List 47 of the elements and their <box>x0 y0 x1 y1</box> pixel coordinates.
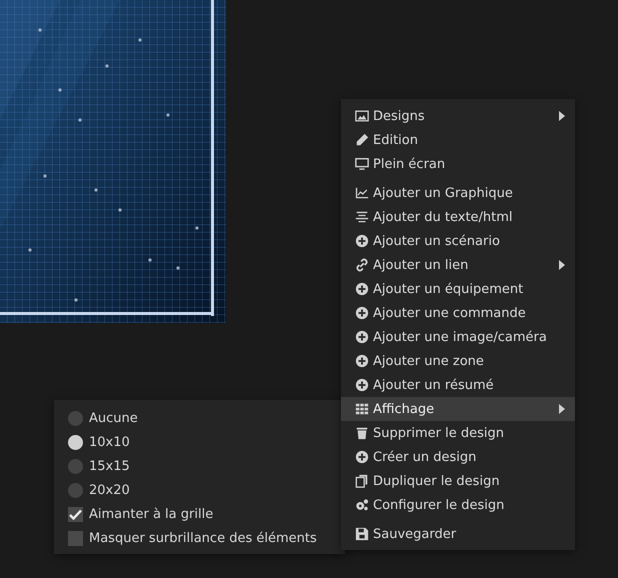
plus-circle-icon <box>355 306 369 320</box>
gears-icon <box>355 498 369 512</box>
option-label: 10x10 <box>89 434 130 450</box>
option-label: 20x20 <box>89 482 130 498</box>
option-label: 15x15 <box>89 458 130 474</box>
menu-item[interactable]: Ajouter une commande <box>341 301 575 325</box>
menu-item[interactable]: Affichage <box>341 397 575 421</box>
menu-item[interactable]: Configurer le design <box>341 493 575 517</box>
plus-circle-icon <box>355 234 369 248</box>
radio-button[interactable] <box>68 482 83 498</box>
copy-icon <box>355 474 369 488</box>
menu-item[interactable]: Ajouter une image/caméra <box>341 325 575 349</box>
pencil-icon <box>355 133 369 147</box>
menu-item[interactable]: Ajouter un Graphique <box>341 181 575 205</box>
checkbox[interactable] <box>68 530 83 546</box>
trash-icon <box>355 426 369 440</box>
link-icon <box>355 258 369 272</box>
monitor-icon <box>355 157 369 171</box>
menu-item[interactable]: Créer un design <box>341 445 575 469</box>
menu-item[interactable]: Edition <box>341 128 575 152</box>
menu-item[interactable]: Ajouter un lien <box>341 253 575 277</box>
grid-icon <box>355 402 369 416</box>
menu-item[interactable]: Designs <box>341 104 575 128</box>
image-icon <box>355 109 369 123</box>
plus-circle-icon <box>355 354 369 368</box>
option-label: Masquer surbrillance des éléments <box>89 530 317 546</box>
radio-button[interactable] <box>68 458 83 474</box>
checkbox[interactable] <box>68 506 83 522</box>
menu-item[interactable]: Ajouter un résumé <box>341 373 575 397</box>
menu-item[interactable]: Ajouter une zone <box>341 349 575 373</box>
plus-circle-icon <box>355 450 369 464</box>
align-center-icon <box>355 210 369 224</box>
menu-item[interactable]: Supprimer le design <box>341 421 575 445</box>
line-chart-icon <box>355 186 369 200</box>
menu-item[interactable]: Ajouter un scénario <box>341 229 575 253</box>
plus-circle-icon <box>355 378 369 392</box>
menu-item[interactable]: Ajouter un équipement <box>341 277 575 301</box>
menu-item[interactable]: Dupliquer le design <box>341 469 575 493</box>
option-label: Aucune <box>89 410 138 426</box>
radio-button[interactable] <box>68 434 83 450</box>
menu-item[interactable]: Sauvegarder <box>341 522 575 546</box>
menu-item[interactable]: Plein écran <box>341 152 575 176</box>
option-label: Aimanter à la grille <box>89 506 214 522</box>
plus-circle-icon <box>355 282 369 296</box>
menu-item[interactable]: Ajouter du texte/html <box>341 205 575 229</box>
radio-button[interactable] <box>68 410 83 426</box>
plus-circle-icon <box>355 330 369 344</box>
